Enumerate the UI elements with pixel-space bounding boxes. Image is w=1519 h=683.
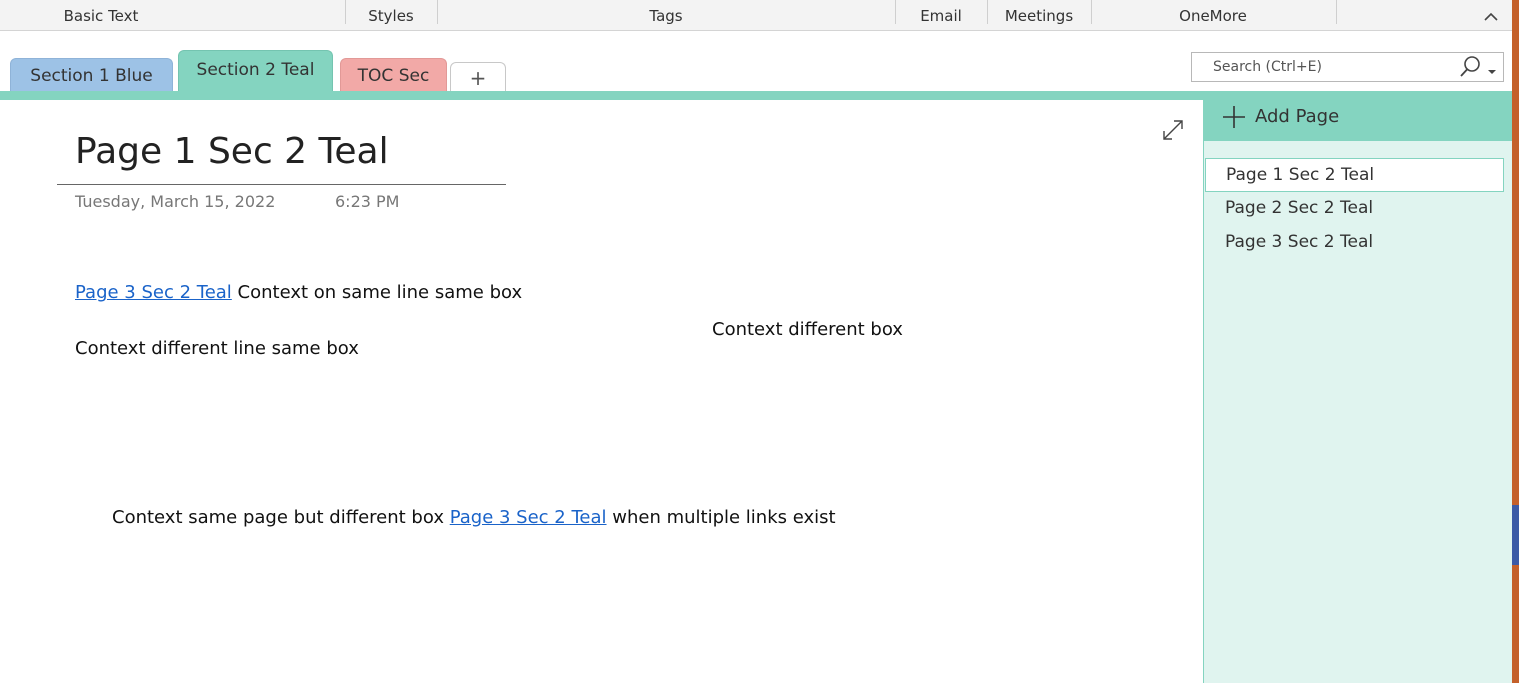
collapse-ribbon-button[interactable] xyxy=(1481,9,1501,25)
note-text: Context same page but different box xyxy=(112,507,450,528)
section-tab-section-2-teal[interactable]: Section 2 Teal xyxy=(178,50,333,94)
note-box-1-line-1[interactable]: Page 3 Sec 2 Teal Context on same line s… xyxy=(75,282,522,303)
page-list-item-3[interactable]: Page 3 Sec 2 Teal xyxy=(1205,226,1504,260)
plus-icon: + xyxy=(469,65,487,90)
search-box[interactable] xyxy=(1191,52,1504,82)
page-date: Tuesday, March 15, 2022 xyxy=(75,192,276,211)
page-time: 6:23 PM xyxy=(335,192,400,211)
title-underline xyxy=(57,184,506,185)
ribbon-separator xyxy=(345,0,346,24)
section-color-strip xyxy=(0,91,1519,100)
search-input[interactable] xyxy=(1192,53,1452,81)
add-page-button[interactable] xyxy=(1203,100,1512,141)
window-edge xyxy=(1512,505,1519,565)
ribbon-separator xyxy=(987,0,988,24)
section-tab-label: Section 2 Teal xyxy=(196,59,315,80)
ribbon-group-styles: Styles xyxy=(368,7,414,25)
add-page-label: Add Page xyxy=(1255,106,1340,127)
ribbon-group-tags: Tags xyxy=(649,7,683,25)
search-button[interactable] xyxy=(1459,55,1481,79)
window-edge xyxy=(1512,0,1519,683)
search-icon xyxy=(1460,56,1480,77)
page-list-item-2[interactable]: Page 2 Sec 2 Teal xyxy=(1205,192,1504,226)
section-tab-label: Section 1 Blue xyxy=(30,65,153,86)
ribbon-separator xyxy=(437,0,438,24)
page-list-item-1[interactable]: Page 1 Sec 2 Teal xyxy=(1205,158,1504,192)
ribbon-group-bar: Basic Text Styles Tags Email Meetings On… xyxy=(0,0,1519,31)
section-tab-label: TOC Sec xyxy=(357,65,430,86)
ribbon-group-basic-text: Basic Text xyxy=(63,7,139,25)
search-scope-dropdown[interactable] xyxy=(1487,62,1497,74)
ribbon-group-onemore: OneMore xyxy=(1179,7,1247,25)
plus-icon xyxy=(1222,105,1246,129)
chevron-up-icon xyxy=(1484,12,1498,21)
add-section-button[interactable]: + xyxy=(450,62,506,92)
note-box-2[interactable]: Context different box xyxy=(712,319,903,340)
ribbon-separator xyxy=(1336,0,1337,24)
note-text: Context on same line same box xyxy=(231,282,523,303)
ribbon-separator xyxy=(1091,0,1092,24)
expand-page-button[interactable] xyxy=(1161,118,1185,142)
section-tab-section-1-blue[interactable]: Section 1 Blue xyxy=(10,58,173,92)
ribbon-group-meetings: Meetings xyxy=(1004,7,1074,25)
note-box-3[interactable]: Context same page but different box Page… xyxy=(112,507,836,528)
note-text: when multiple links exist xyxy=(606,507,836,528)
ribbon-group-email: Email xyxy=(920,7,962,25)
ribbon-separator xyxy=(895,0,896,24)
page-link[interactable]: Page 3 Sec 2 Teal xyxy=(75,282,232,303)
page-link[interactable]: Page 3 Sec 2 Teal xyxy=(450,507,607,528)
note-box-1-line-2[interactable]: Context different line same box xyxy=(75,338,359,359)
expand-icon xyxy=(1163,120,1183,140)
page-title[interactable]: Page 1 Sec 2 Teal xyxy=(75,131,389,172)
dropdown-arrow-icon xyxy=(1488,70,1496,74)
section-tab-toc-sec[interactable]: TOC Sec xyxy=(340,58,447,92)
